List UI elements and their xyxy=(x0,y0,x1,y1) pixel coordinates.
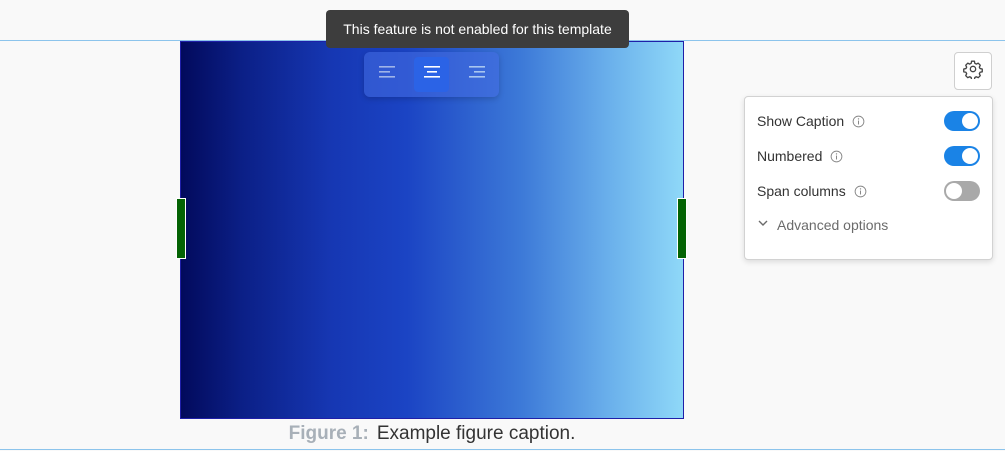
option-span-columns: Span columns xyxy=(757,179,980,203)
align-center-button[interactable] xyxy=(414,57,449,92)
span-columns-toggle[interactable] xyxy=(944,181,980,201)
caption-number: Figure 1: xyxy=(288,423,369,444)
resize-handle-left[interactable] xyxy=(176,198,186,259)
info-icon[interactable] xyxy=(854,185,867,198)
option-show-caption: Show Caption xyxy=(757,109,980,133)
info-icon[interactable] xyxy=(830,150,843,163)
show-caption-label: Show Caption xyxy=(757,113,845,129)
figure-caption[interactable]: Figure 1: Example figure caption. xyxy=(180,421,684,447)
feature-disabled-tooltip: This feature is not enabled for this tem… xyxy=(326,10,629,48)
align-left-button[interactable] xyxy=(369,57,404,92)
advanced-options-toggle[interactable]: Advanced options xyxy=(757,213,888,237)
numbered-label: Numbered xyxy=(757,148,823,164)
caption-text[interactable]: Example figure caption. xyxy=(377,423,576,444)
span-columns-label: Span columns xyxy=(757,183,846,199)
option-numbered: Numbered xyxy=(757,144,980,168)
figure-settings-panel: Show Caption Numbered Span columns Advan… xyxy=(744,96,993,260)
align-center-icon xyxy=(423,65,441,84)
resize-handle-right[interactable] xyxy=(677,198,687,259)
bottom-divider xyxy=(0,449,1005,450)
alignment-toolbar xyxy=(364,52,499,97)
show-caption-toggle[interactable] xyxy=(944,111,980,131)
tooltip-text: This feature is not enabled for this tem… xyxy=(343,21,612,37)
align-left-icon xyxy=(378,65,396,84)
advanced-options-label: Advanced options xyxy=(777,217,889,233)
chevron-down-icon xyxy=(757,216,769,234)
settings-button[interactable] xyxy=(954,52,992,90)
gear-icon xyxy=(963,59,983,84)
align-right-icon xyxy=(468,65,486,84)
numbered-toggle[interactable] xyxy=(944,146,980,166)
info-icon[interactable] xyxy=(852,115,865,128)
figure-image[interactable] xyxy=(180,41,684,419)
align-right-button[interactable] xyxy=(459,57,494,92)
